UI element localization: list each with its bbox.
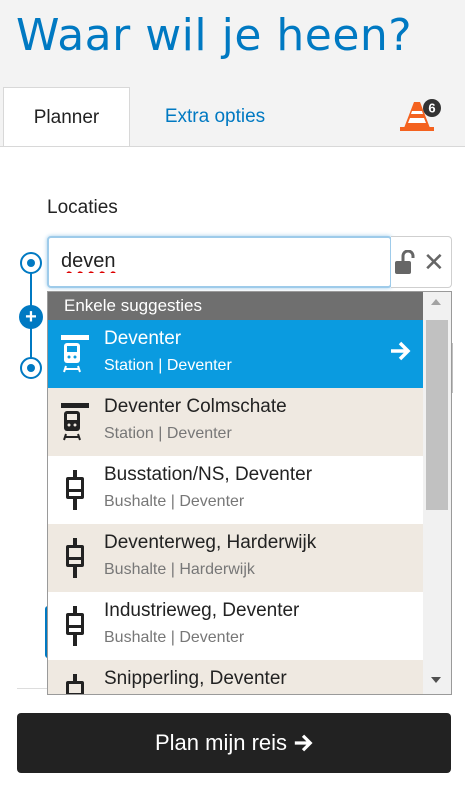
arrow-right-icon [294,734,313,752]
locations-label: Locaties [47,197,118,218]
suggestion-name: Deventerweg, Harderwijk [104,532,317,553]
plan-trip-button[interactable]: Plan mijn reis [17,713,451,773]
suggestion-item[interactable]: Industrieweg, Deventer Bushalte | Devent… [48,592,423,660]
scrollbar-thumb[interactable] [426,320,448,510]
train-icon [61,335,89,373]
suggestion-detail: Bushalte | Deventer [104,629,245,646]
suggestion-name: Busstation/NS, Deventer [104,464,313,485]
clear-icon[interactable]: ✕ [423,247,445,278]
tab-planner[interactable]: Planner [3,87,130,147]
bus-stop-icon [66,606,84,646]
suggestion-name: Deventer [104,328,182,349]
suggestion-item[interactable]: Deventer Colmschate Station | Deventer [48,388,423,456]
bus-stop-icon [66,538,84,578]
suggestion-detail: Station | Deventer [104,357,232,374]
plan-trip-label: Plan mijn reis [154,730,288,755]
from-marker-icon [20,252,42,274]
train-icon [61,403,89,441]
warnings-count: 6 [428,101,435,116]
page-title: Waar wil je heen? [16,10,413,61]
suggestion-item[interactable]: Deventerweg, Harderwijk Bushalte | Harde… [48,524,423,592]
tab-divider [0,146,465,147]
bus-stop-icon [66,470,84,510]
suggestion-detail: Bushalte | Harderwijk [104,561,255,578]
suggestion-item[interactable]: Busstation/NS, Deventer Bushalte | Deven… [48,456,423,524]
suggestions-header: Enkele suggesties [48,292,423,320]
suggestion-detail: Bushalte | Deventer [104,493,245,510]
suggestion-item[interactable]: Snipperling, Deventer [48,660,423,694]
arrow-right-icon [391,341,411,361]
bus-stop-icon [66,674,84,694]
to-marker-icon [20,357,42,379]
unlock-icon[interactable] [394,250,416,276]
suggestion-name: Deventer Colmschate [104,396,287,417]
tab-extra-opties[interactable]: Extra opties [145,87,285,147]
scroll-up-icon[interactable] [431,299,441,305]
suggestion-name: Industrieweg, Deventer [104,600,300,621]
suggestion-item[interactable]: Deventer Station | Deventer [48,320,423,388]
add-via-button[interactable]: + [19,305,43,329]
warnings-button[interactable]: 6 [398,98,442,132]
suggestion-detail: Station | Deventer [104,425,232,442]
suggestion-name: Snipperling, Deventer [104,668,287,689]
scroll-down-icon[interactable] [431,677,441,683]
from-input[interactable] [61,250,381,273]
suggestions-dropdown: Enkele suggesties Deventer Station | Dev… [47,291,452,695]
from-field[interactable] [47,236,392,288]
